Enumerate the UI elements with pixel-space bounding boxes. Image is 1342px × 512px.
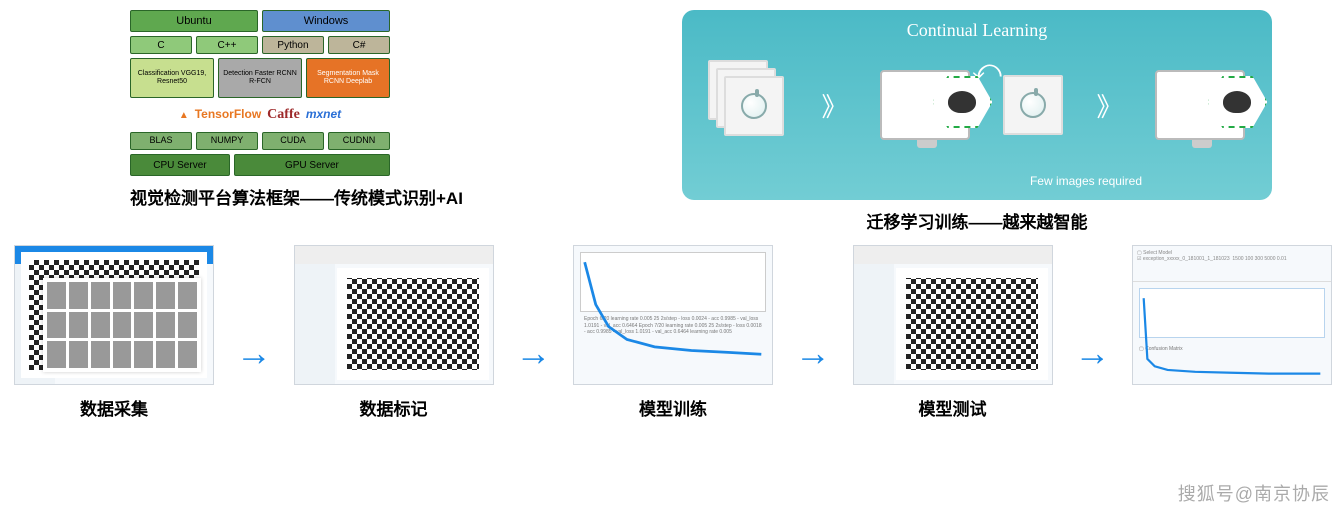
os-windows: Windows [262, 10, 390, 32]
stage-label-data: 数据标记 [294, 245, 494, 420]
os-ubuntu: Ubuntu [130, 10, 258, 32]
pipeline-arrow-icon: → [236, 332, 272, 374]
model-classification: Classification VGG19, Resnet50 [130, 58, 214, 98]
server-gpu: GPU Server [234, 154, 390, 176]
lang-python: Python [262, 36, 324, 54]
model-detection: Detection Faster RCNN R-FCN [218, 58, 302, 98]
training-model-icon [880, 70, 970, 140]
caption-right: 迁移学习训练——越来越智能 [682, 208, 1272, 233]
few-image-icon [1003, 75, 1063, 135]
pipeline-arrow-icon: → [515, 332, 551, 374]
lib-blas: BLAS [130, 132, 192, 150]
watermark: 搜狐号@南京协辰 [1178, 480, 1330, 506]
lang-cpp: C++ [196, 36, 258, 54]
thumbnail-grid [43, 278, 201, 372]
updated-model-icon [1155, 70, 1245, 140]
stage-label: 数据采集 [14, 395, 214, 420]
stage-label: 模型训练 [573, 395, 773, 420]
stage-train: Epoch 6/20 learning rate 0.005 25 2s/ste… [573, 245, 773, 420]
fw-mxnet: mxnet [306, 108, 341, 121]
deploy-curve-chart [1139, 288, 1325, 338]
pipeline-arrow-icon: → [795, 332, 831, 374]
few-images-label: Few images required [1030, 174, 1142, 188]
continual-title: Continual Learning [682, 20, 1272, 41]
lang-c: C [130, 36, 192, 54]
stage-label: 模型测试 [853, 395, 1053, 420]
result-table: ▢ Select Model☑ exception_xxxxx_0_181001… [1133, 246, 1331, 282]
stage-deploy: ▢ Select Model☑ exception_xxxxx_0_181001… [1132, 245, 1332, 385]
fw-tensorflow: TensorFlow [195, 108, 261, 121]
frameworks-row: ▲ TensorFlow Caffe mxnet [130, 102, 390, 128]
model-segmentation: Segmentation Mask RCNN Deeplab [306, 58, 390, 98]
lib-cudnn: CUDNN [328, 132, 390, 150]
flow-arrow-icon: 》 [821, 87, 847, 124]
flow-arrow-icon: 》 [1096, 87, 1122, 124]
pipeline-row: 数据采集 → 数据标记 → Epoch 6/20 learning rate 0… [0, 233, 1342, 420]
tech-stack: Ubuntu Windows C C++ Python C# Classific… [130, 10, 390, 176]
continual-learning-panel: Continual Learning ⤺ 》 》 Few images requ… [682, 10, 1272, 200]
training-images-icon [708, 60, 788, 150]
lib-numpy: NUMPY [196, 132, 258, 150]
loss-curve-chart [580, 252, 766, 312]
pipeline-arrow-icon: → [1074, 332, 1110, 374]
caption-left: 视觉检测平台算法框架——传统模式识别+AI [130, 184, 463, 209]
fw-caffe: Caffe [267, 107, 300, 122]
lang-csharp: C# [328, 36, 390, 54]
lib-cuda: CUDA [262, 132, 324, 150]
stage-label: 数据标记 [294, 395, 494, 420]
stage-collect: 数据采集 [14, 245, 214, 420]
stage-test: 模型测试 [853, 245, 1053, 420]
server-cpu: CPU Server [130, 154, 230, 176]
